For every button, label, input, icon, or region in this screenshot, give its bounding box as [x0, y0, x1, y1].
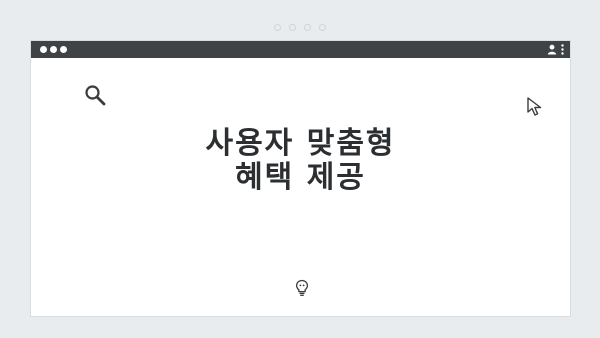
headline: 사용자 맞춤형 혜택 제공	[31, 127, 570, 195]
search-icon[interactable]	[83, 83, 107, 107]
headline-line-2: 혜택 제공	[235, 160, 366, 195]
cursor-icon	[527, 97, 542, 116]
kebab-menu-icon[interactable]	[561, 44, 564, 55]
lightbulb-icon	[295, 279, 309, 296]
window-control-dot[interactable]	[50, 46, 57, 53]
user-icon[interactable]	[547, 44, 557, 55]
indicator-dot[interactable]	[274, 24, 281, 31]
headline-line-1: 사용자 맞춤형	[205, 126, 396, 161]
indicator-dot[interactable]	[304, 24, 311, 31]
window-titlebar	[31, 41, 570, 58]
indicator-dot[interactable]	[289, 24, 296, 31]
page: 사용자 맞춤형 혜택 제공	[0, 0, 600, 338]
window-control-dot[interactable]	[60, 46, 67, 53]
browser-window: 사용자 맞춤형 혜택 제공	[30, 40, 571, 317]
carousel-indicators	[0, 24, 600, 31]
window-control-dot[interactable]	[40, 46, 47, 53]
indicator-dot[interactable]	[319, 24, 326, 31]
titlebar-actions	[547, 43, 564, 56]
